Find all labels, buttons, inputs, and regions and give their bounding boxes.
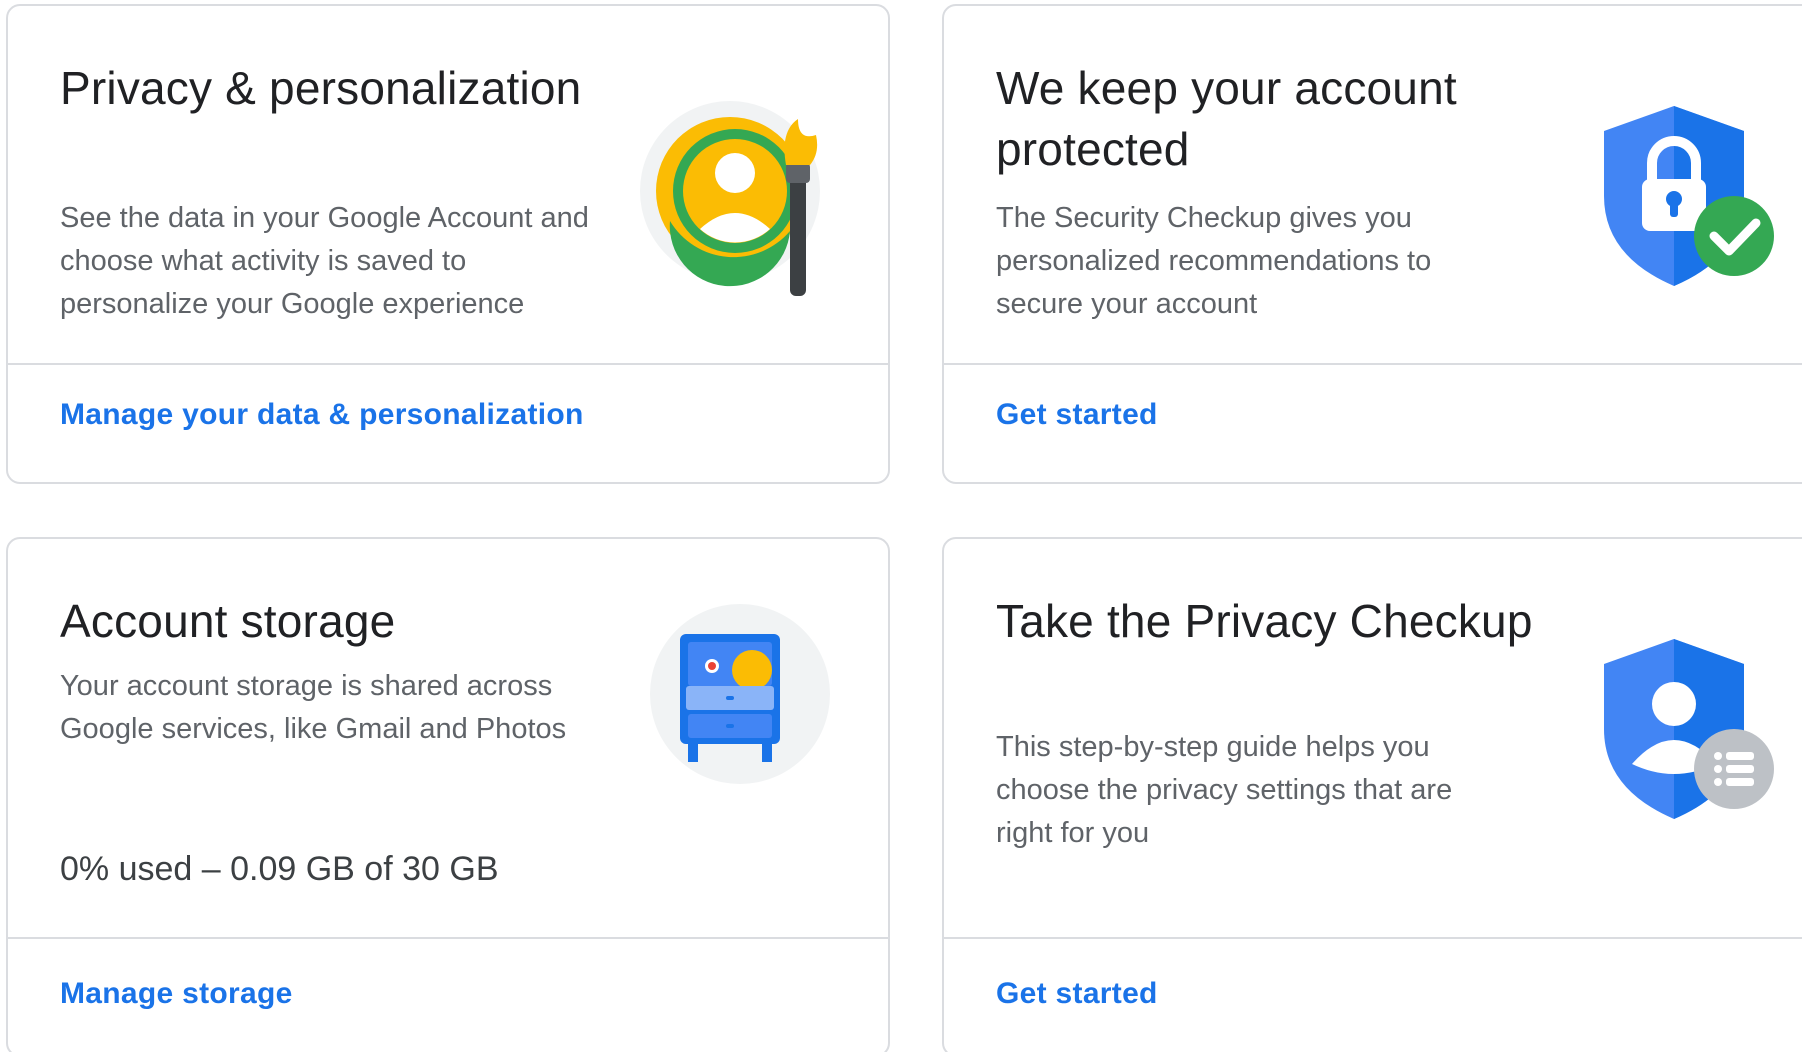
card-footer: Manage storage xyxy=(8,937,888,1052)
card-footer: Manage your data & personalization xyxy=(8,363,888,482)
card-description: See the data in your Google Account and … xyxy=(60,202,589,320)
card-body: Privacy & personalization See the data i… xyxy=(8,6,888,363)
card-description: This step-by-step guide helps you choose… xyxy=(996,731,1453,849)
security-shield-check-icon xyxy=(1604,106,1774,286)
security-get-started-link[interactable]: Get started xyxy=(996,395,1158,435)
account-overview-grid: Privacy & personalization See the data i… xyxy=(0,0,1802,1052)
card-title: Account storage xyxy=(60,595,396,647)
card-body: Account storage Your account storage is … xyxy=(8,539,888,937)
privacy-personalization-icon xyxy=(640,101,820,296)
storage-cabinet-icon xyxy=(650,604,830,784)
card-title: Privacy & personalization xyxy=(60,62,582,114)
card-footer: Get started xyxy=(944,937,1802,1052)
card-description: The Security Checkup gives you personali… xyxy=(996,202,1432,320)
card-footer: Get started xyxy=(944,363,1802,482)
privacy-checkup-card: Take the Privacy Checkup This step-by-st… xyxy=(942,537,1802,1052)
card-title: Take the Privacy Checkup xyxy=(996,595,1533,647)
manage-data-personalization-link[interactable]: Manage your data & personalization xyxy=(60,395,584,435)
privacy-personalization-card: Privacy & personalization See the data i… xyxy=(6,4,890,484)
privacy-checkup-get-started-link[interactable]: Get started xyxy=(996,974,1158,1014)
account-storage-card: Account storage Your account storage is … xyxy=(6,537,890,1052)
security-card: We keep your account protected The Secur… xyxy=(942,4,1802,484)
storage-usage-text: 0% used – 0.09 GB of 30 GB xyxy=(60,850,499,888)
card-description: Your account storage is shared across Go… xyxy=(60,670,567,745)
manage-storage-link[interactable]: Manage storage xyxy=(60,974,293,1014)
privacy-checkup-shield-icon xyxy=(1604,639,1774,819)
card-body: We keep your account protected The Secur… xyxy=(944,6,1802,363)
card-title: We keep your account protected xyxy=(996,62,1457,175)
card-body: Take the Privacy Checkup This step-by-st… xyxy=(944,539,1802,937)
